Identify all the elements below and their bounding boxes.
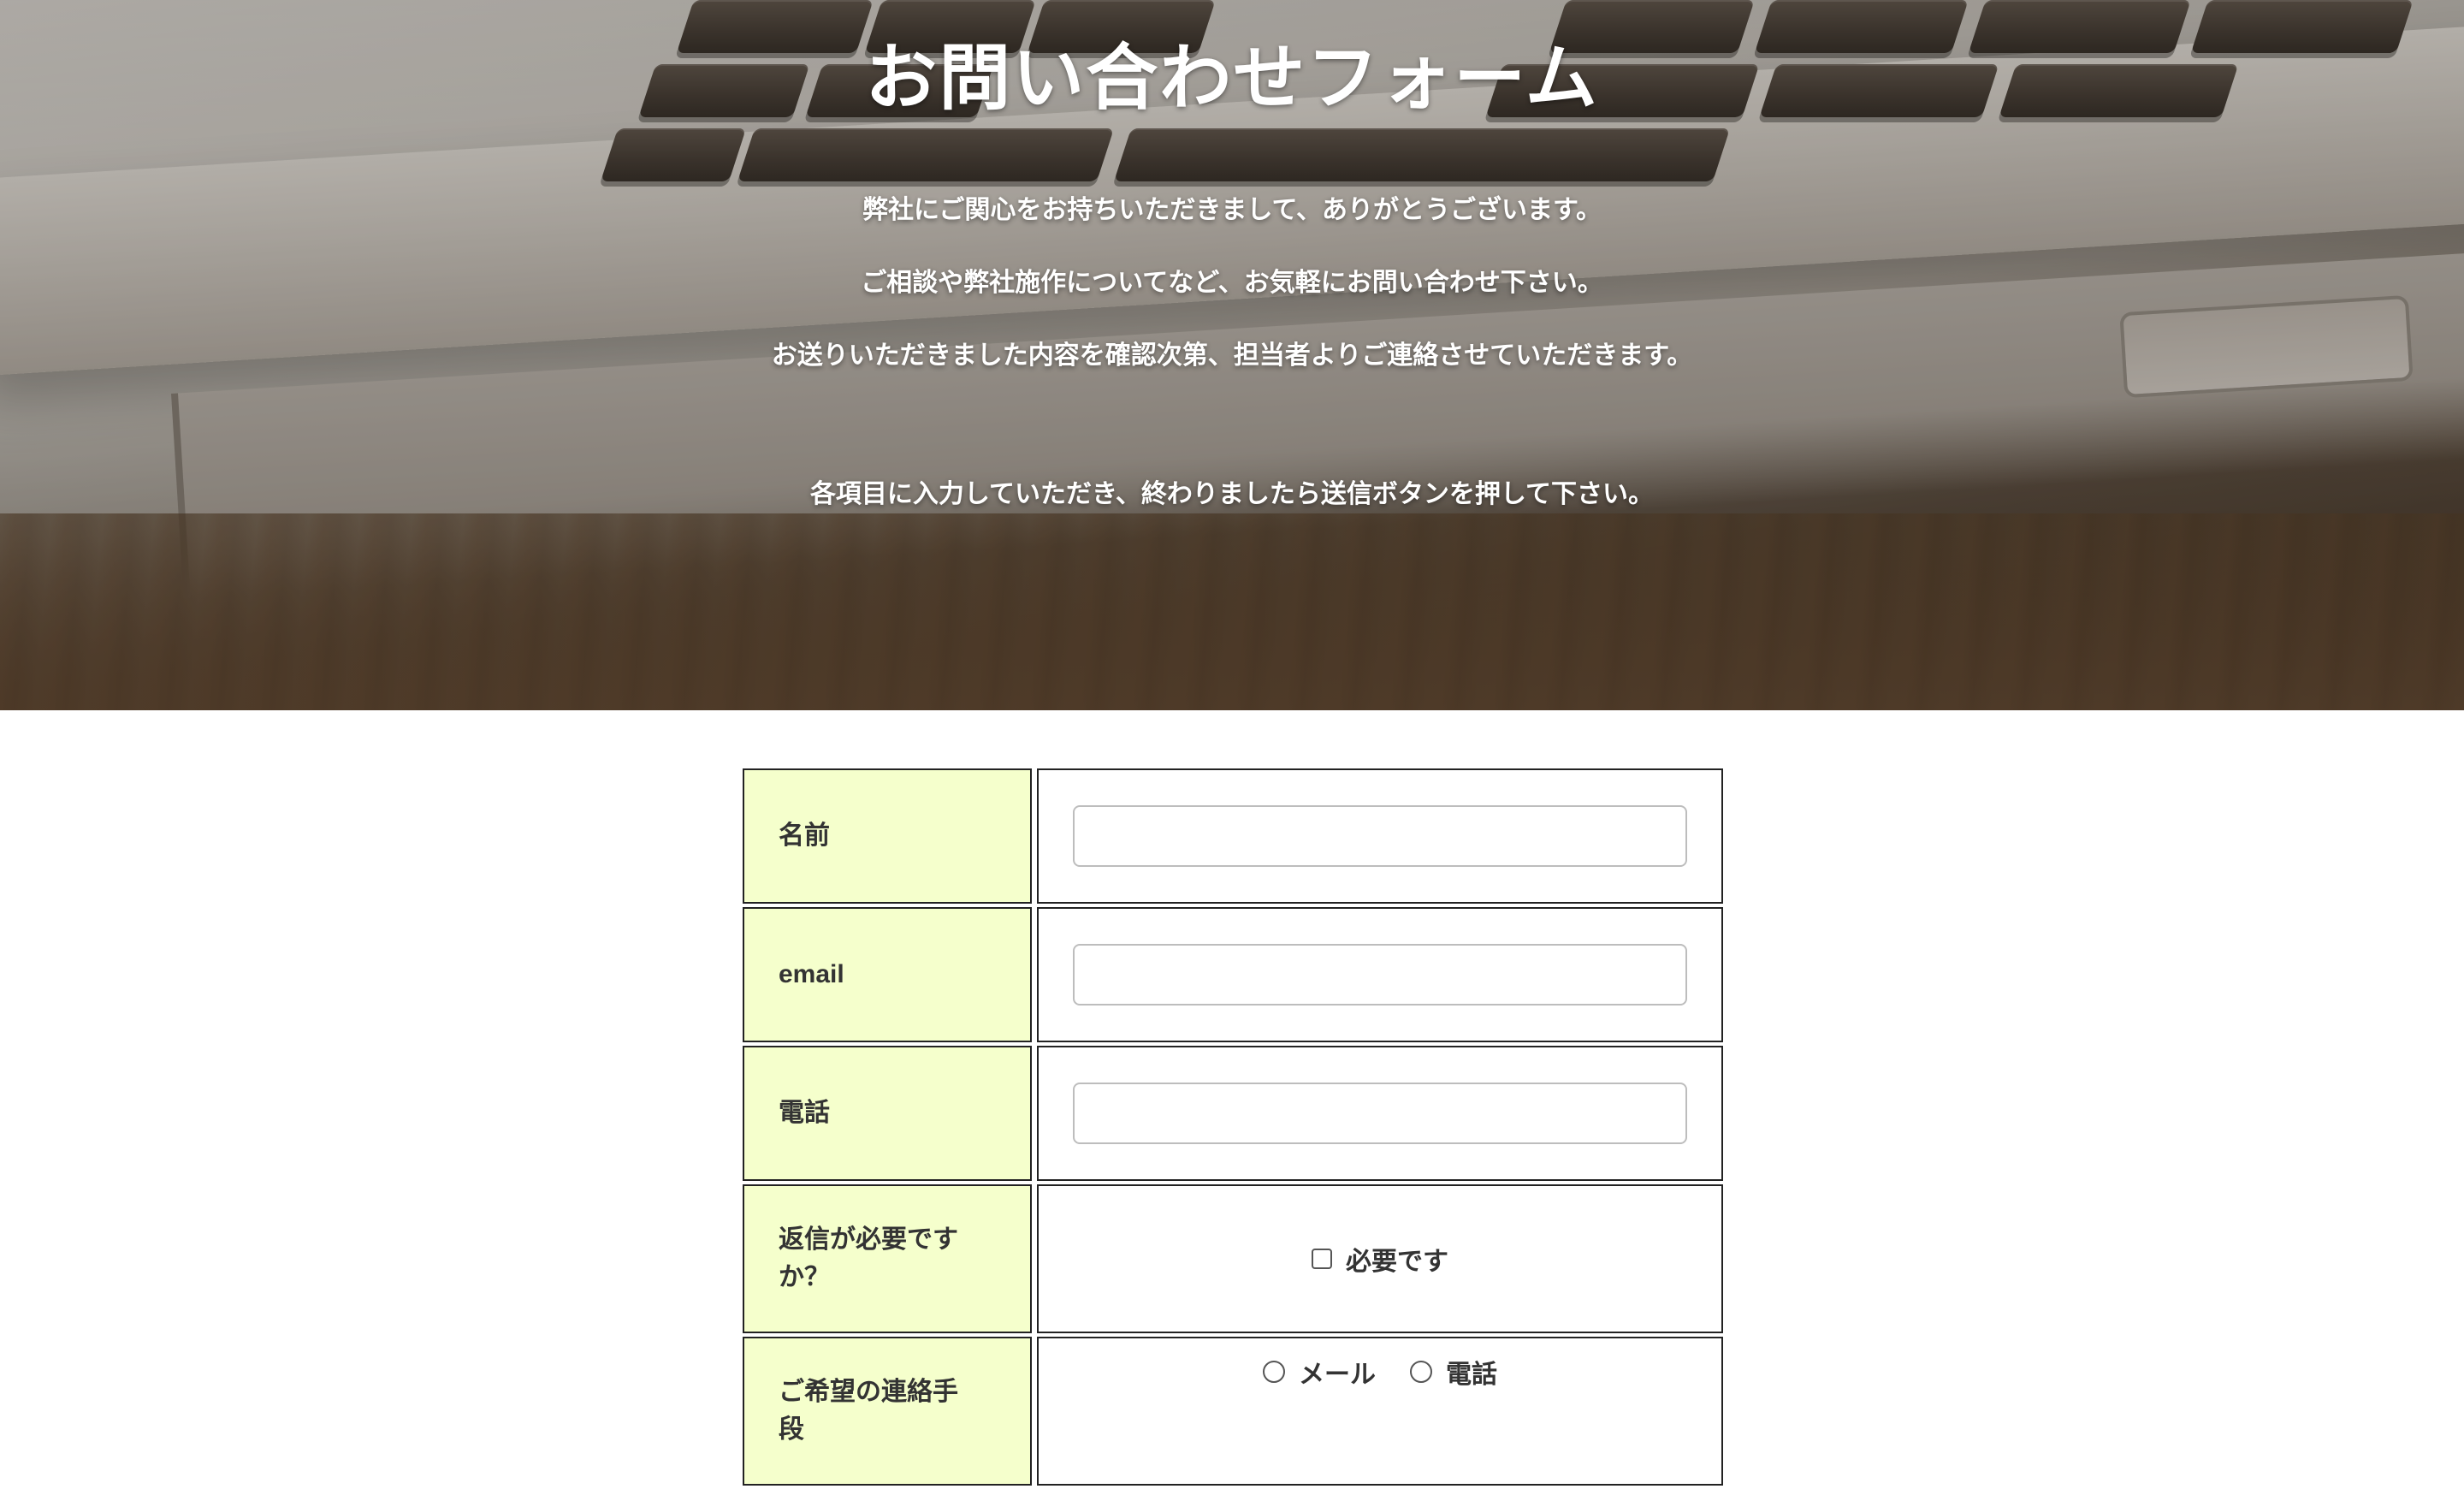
form-row-email: email [743, 907, 1723, 1042]
phone-cell [1037, 1046, 1723, 1181]
contact-method-label: ご希望の連絡手段 [743, 1337, 1032, 1486]
reply-checkbox[interactable] [1312, 1249, 1332, 1269]
intro-line-2: ご相談や弊社施作についてなど、お気軽にお問い合わせ下さい。 [861, 268, 1603, 298]
intro-line-1: 弊社にご関心をお持ちいただきまして、ありがとうございます。 [862, 195, 1602, 225]
email-cell [1037, 907, 1723, 1042]
form-row-contact-method: ご希望の連絡手段 メール 電話 [743, 1337, 1723, 1486]
reply-checkbox-group[interactable]: 必要です [1312, 1240, 1448, 1278]
radio-phone-label[interactable]: 電話 [1446, 1353, 1497, 1391]
contact-method-radio-group: メール 電話 [1263, 1353, 1497, 1391]
name-cell [1037, 768, 1723, 904]
intro-line-3: お送りいただきました内容を確認次第、担当者よりご連絡させていただきます。 [771, 341, 1693, 371]
reply-checkbox-label[interactable]: 必要です [1346, 1240, 1448, 1278]
form-row-reply: 返信が必要ですか？ 必要です [743, 1184, 1723, 1333]
radio-phone[interactable] [1410, 1361, 1432, 1383]
hero-content: お問い合わせフォーム 弊社にご関心をお持ちいただきまして、ありがとうございます。… [0, 0, 2464, 710]
email-label: email [743, 907, 1032, 1042]
reply-cell: 必要です [1037, 1184, 1723, 1333]
contact-method-cell: メール 電話 [1037, 1337, 1723, 1486]
instruction-line: 各項目に入力していただき、終わりましたら送信ボタンを押して下さい。 [809, 479, 1655, 509]
radio-email[interactable] [1263, 1361, 1285, 1383]
email-input[interactable] [1073, 944, 1687, 1006]
phone-input[interactable] [1073, 1083, 1687, 1144]
name-label: 名前 [743, 768, 1032, 904]
page-title: お問い合わせフォーム [865, 36, 1599, 120]
phone-label: 電話 [743, 1046, 1032, 1181]
form-row-name: 名前 [743, 768, 1723, 904]
form-row-phone: 電話 [743, 1046, 1723, 1181]
hero-banner: お問い合わせフォーム 弊社にご関心をお持ちいただきまして、ありがとうございます。… [0, 0, 2464, 710]
reply-label: 返信が必要ですか？ [743, 1184, 1032, 1333]
radio-email-label[interactable]: メール [1299, 1353, 1376, 1391]
name-input[interactable] [1073, 805, 1687, 867]
contact-form: 名前 email 電話 返信が必要ですか？ 必要です ご希望の連絡手段 メール … [743, 768, 1723, 1489]
